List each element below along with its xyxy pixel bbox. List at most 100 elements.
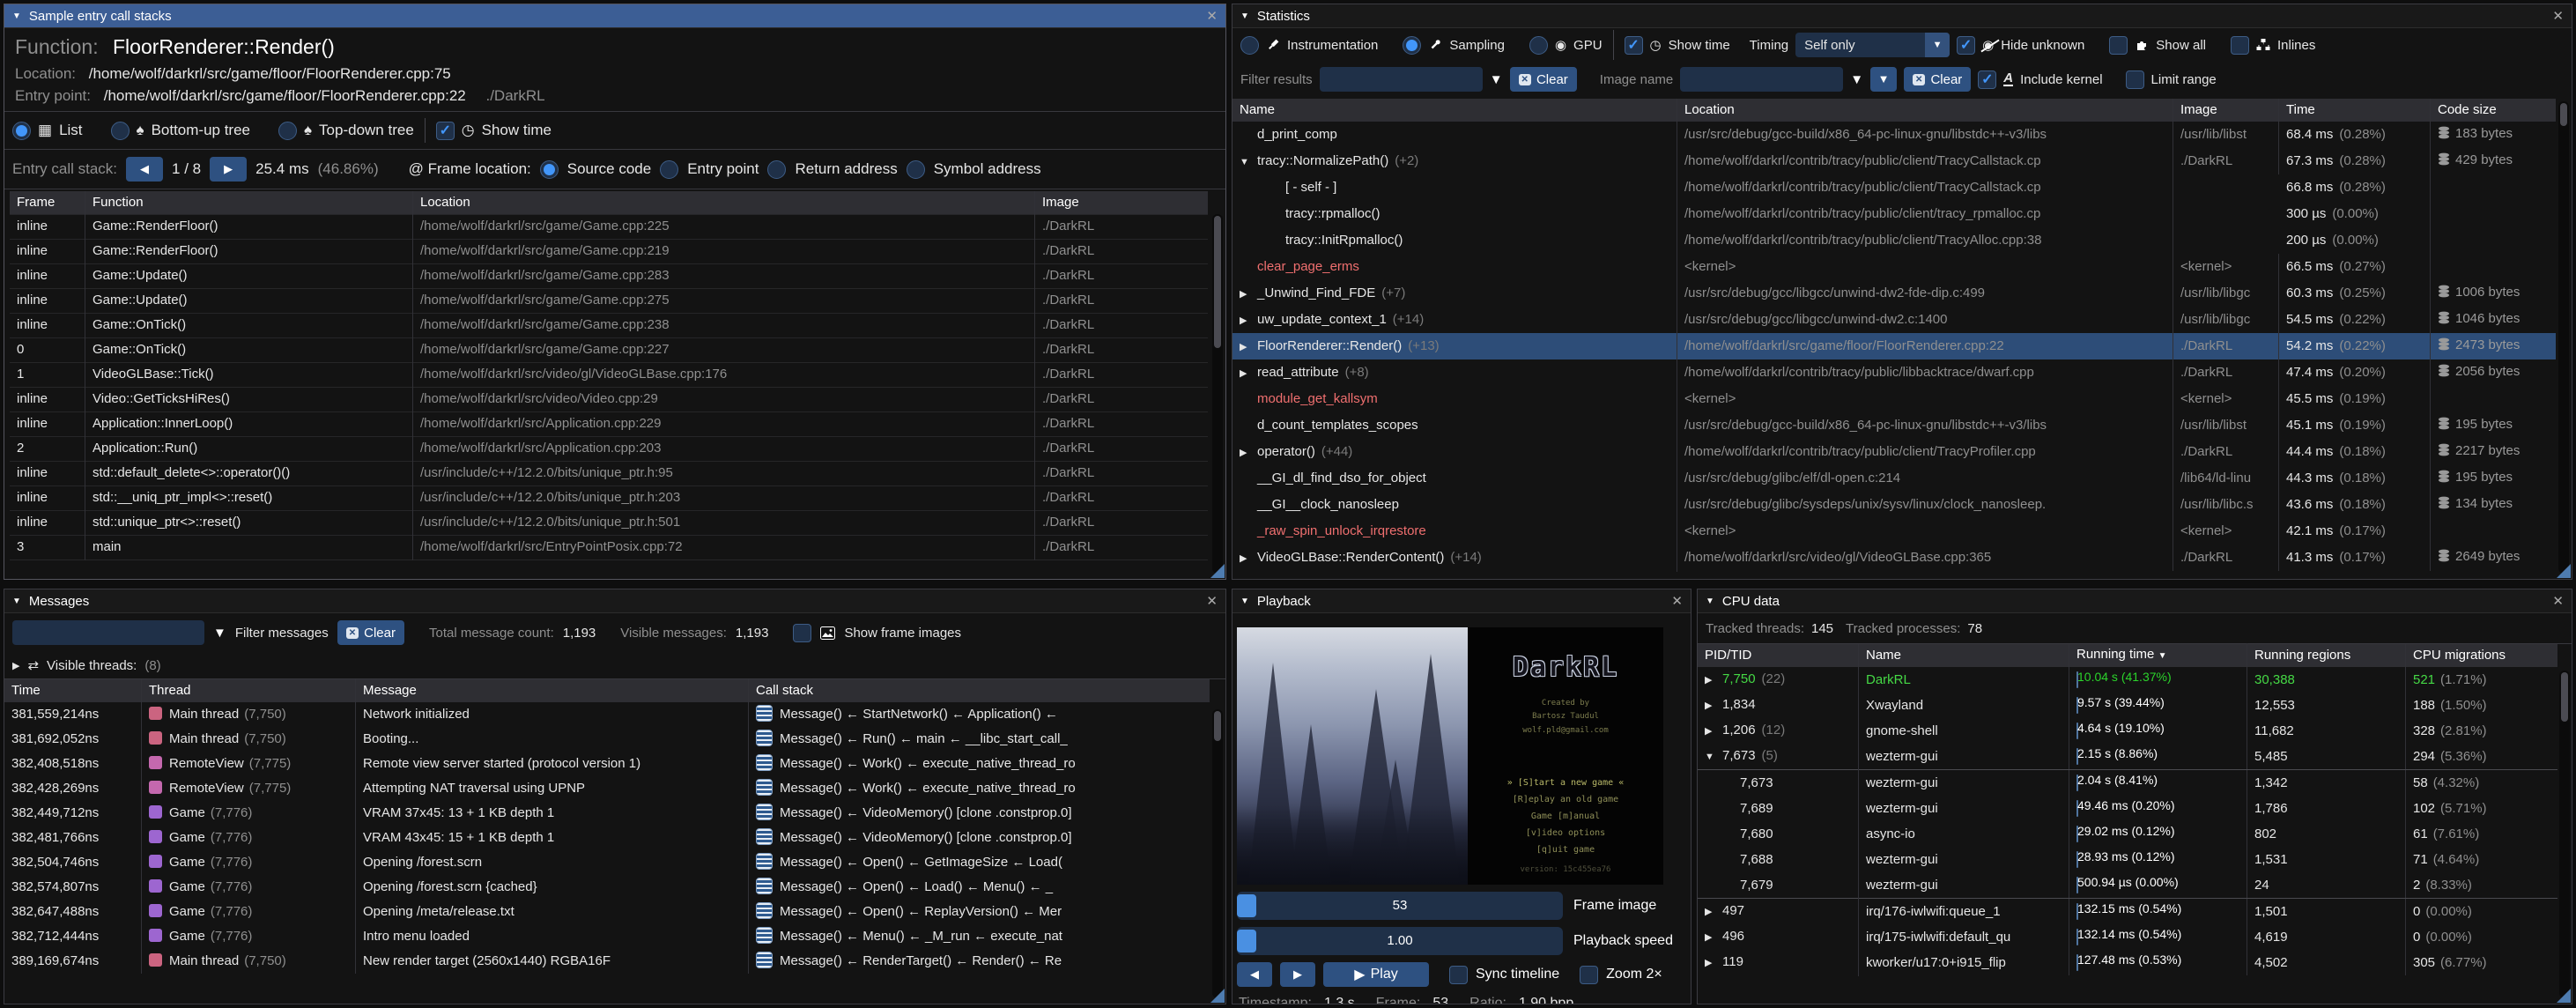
- close-icon[interactable]: ✕: [1206, 8, 1218, 24]
- sync-timeline-checkbox[interactable]: [1449, 966, 1468, 984]
- zoom-2x-checkbox[interactable]: [1580, 966, 1598, 984]
- cpu-thread-row[interactable]: ▶1,206(12) gnome-shell 4.64 s (19.10%) 1…: [1698, 718, 2557, 744]
- call-stack-row[interactable]: 1 VideoGLBase::Tick() /home/wolf/darkrl/…: [10, 362, 1208, 387]
- expand-icon[interactable]: ▼: [1240, 149, 1257, 175]
- filter-results-input[interactable]: [1320, 67, 1483, 92]
- col-running-regions[interactable]: Running regions: [2247, 644, 2406, 667]
- close-icon[interactable]: ✕: [1671, 593, 1683, 609]
- visible-threads-row[interactable]: ▶ ⇄ Visible threads: (8): [4, 652, 1225, 678]
- close-icon[interactable]: ✕: [1206, 593, 1218, 609]
- list-radio[interactable]: [12, 122, 31, 140]
- call-stack-row[interactable]: inline Game::RenderFloor() /home/wolf/da…: [10, 214, 1208, 239]
- cpu-thread-row[interactable]: ▶119 kworker/u17:0+i915_flip 127.48 ms (…: [1698, 950, 2557, 975]
- call-stack-icon[interactable]: [756, 952, 773, 968]
- messages-table-header[interactable]: Time Thread Message Call stack: [4, 679, 1210, 702]
- stats-row[interactable]: ▶VideoGLBase::RenderContent()(+14) /home…: [1232, 545, 2556, 571]
- expand-icon[interactable]: ▶: [1240, 308, 1257, 334]
- timing-dropdown[interactable]: Self only ▼: [1795, 33, 1950, 57]
- expand-icon[interactable]: ▶: [1705, 925, 1722, 951]
- stats-row[interactable]: module_get_kallsym <kernel> <kernel> 45.…: [1232, 386, 2556, 412]
- message-row[interactable]: 382,647,488ns Game(7,776) Opening /meta/…: [4, 900, 1210, 924]
- stats-row[interactable]: tracy::InitRpmalloc() /home/wolf/darkrl/…: [1232, 227, 2556, 254]
- call-stack-cell[interactable]: Message() ← VideoMemory() [clone .constp…: [749, 826, 1210, 850]
- sampling-radio[interactable]: [1403, 36, 1421, 55]
- cpu-thread-row[interactable]: ▼7,673(5) wezterm-gui 2.15 s (8.86%) 5,4…: [1698, 744, 2557, 769]
- cpu-thread-row[interactable]: 7,689 wezterm-gui 49.46 ms (0.20%) 1,786…: [1698, 796, 2557, 821]
- expand-icon[interactable]: ▶: [1240, 360, 1257, 387]
- message-row[interactable]: 389,169,674ns Main thread(7,750) New ren…: [4, 949, 1210, 974]
- calls-table-header[interactable]: Frame Function Location Image: [10, 191, 1208, 214]
- cpu-table-header[interactable]: PID/TID Name Running time ▼ Running regi…: [1698, 644, 2557, 667]
- close-icon[interactable]: ✕: [2552, 8, 2564, 24]
- stats-row[interactable]: ▶uw_update_context_1(+14) /usr/src/debug…: [1232, 307, 2556, 333]
- call-stack-icon[interactable]: [756, 754, 773, 771]
- stats-table-header[interactable]: Name Location Image Time Code size: [1232, 99, 2556, 122]
- cpu-thread-row[interactable]: ▶497 irq/176-iwlwifi:queue_1 132.15 ms (…: [1698, 898, 2557, 924]
- message-row[interactable]: 382,504,746ns Game(7,776) Opening /fores…: [4, 850, 1210, 875]
- include-kernel-checkbox[interactable]: ✓: [1978, 70, 1996, 89]
- bottom-up-tree-radio[interactable]: [111, 122, 130, 140]
- messages-scroll-thumb[interactable]: [1214, 711, 1221, 741]
- call-stack-row[interactable]: 0 Game::OnTick() /home/wolf/darkrl/src/g…: [10, 337, 1208, 362]
- collapse-icon[interactable]: ▼: [1240, 11, 1249, 21]
- message-filter-input[interactable]: [12, 620, 204, 645]
- call-stack-row[interactable]: 3 main /home/wolf/darkrl/src/EntryPointP…: [10, 535, 1208, 560]
- stats-scrollbar[interactable]: [2558, 101, 2569, 574]
- call-stack-icon[interactable]: [756, 705, 773, 722]
- expand-icon[interactable]: ▶: [1705, 719, 1722, 745]
- call-stack-cell[interactable]: Message() ← Menu() ← _M_run ← execute_na…: [749, 924, 1210, 949]
- call-stack-row[interactable]: inline Video::GetTicksHiRes() /home/wolf…: [10, 387, 1208, 411]
- gpu-radio[interactable]: [1529, 36, 1548, 55]
- frame-image-slider[interactable]: 53: [1237, 892, 1563, 920]
- stats-row[interactable]: __GI_dl_find_dso_for_object /usr/src/deb…: [1232, 465, 2556, 492]
- calls-scrollbar[interactable]: [1212, 214, 1223, 574]
- stats-row[interactable]: clear_page_erms <kernel> <kernel> 66.5 m…: [1232, 254, 2556, 280]
- stats-row[interactable]: ▶_Unwind_Find_FDE(+7) /usr/src/debug/gcc…: [1232, 280, 2556, 307]
- funnel-icon[interactable]: ▼: [1490, 72, 1503, 87]
- cpu-scrollbar[interactable]: [2559, 671, 2570, 998]
- stats-row[interactable]: [ - self - ] /home/wolf/darkrl/contrib/t…: [1232, 174, 2556, 201]
- message-row[interactable]: 381,559,214ns Main thread(7,750) Network…: [4, 702, 1210, 727]
- col-running-time[interactable]: Running time ▼: [2069, 643, 2247, 668]
- image-name-input[interactable]: [1680, 67, 1843, 92]
- call-stack-row[interactable]: inline std::default_delete<>::operator()…: [10, 461, 1208, 485]
- next-frame-button[interactable]: ▶: [1280, 962, 1315, 987]
- col-name[interactable]: Name: [1232, 99, 1677, 122]
- call-stack-icon[interactable]: [756, 878, 773, 894]
- play-button[interactable]: ▶Play: [1323, 962, 1429, 987]
- call-stack-row[interactable]: inline Game::OnTick() /home/wolf/darkrl/…: [10, 313, 1208, 337]
- call-stack-icon[interactable]: [756, 730, 773, 746]
- col-frame[interactable]: Frame: [10, 191, 85, 215]
- messages-scrollbar[interactable]: [1212, 709, 1223, 998]
- close-icon[interactable]: ✕: [2552, 593, 2564, 609]
- funnel-icon[interactable]: ▼: [213, 626, 226, 641]
- expand-icon[interactable]: ▶: [12, 660, 19, 671]
- col-cpu-migrations[interactable]: CPU migrations: [2406, 644, 2557, 667]
- expand-icon[interactable]: ▶: [1240, 545, 1257, 572]
- prev-stack-button[interactable]: ◀: [126, 157, 163, 182]
- stats-row[interactable]: d_count_templates_scopes /usr/src/debug/…: [1232, 412, 2556, 439]
- call-stack-icon[interactable]: [756, 853, 773, 870]
- stats-row[interactable]: ▶operator()(+44) /home/wolf/darkrl/contr…: [1232, 439, 2556, 465]
- call-stack-icon[interactable]: [756, 927, 773, 944]
- clear-image-filter-button[interactable]: ✕Clear: [1904, 67, 1971, 92]
- panel-title-bar[interactable]: ▼ CPU data ✕: [1698, 589, 2572, 613]
- image-history-dropdown[interactable]: ▼: [1870, 67, 1897, 92]
- col-time[interactable]: Time: [4, 679, 142, 702]
- expand-icon[interactable]: ▶: [1705, 951, 1722, 976]
- panel-title-bar[interactable]: ▼ Sample entry call stacks ✕: [4, 4, 1225, 28]
- cpu-thread-row[interactable]: ▶1,834 Xwayland 9.57 s (39.44%) 12,553 1…: [1698, 693, 2557, 718]
- call-stack-cell[interactable]: Message() ← Open() ← Load() ← Menu() ← _: [749, 875, 1210, 900]
- collapse-icon[interactable]: ▼: [12, 597, 21, 606]
- call-stack-cell[interactable]: Message() ← Run() ← main ← __libc_start_…: [749, 727, 1210, 752]
- col-image[interactable]: Image: [1035, 191, 1208, 215]
- entry-point-radio[interactable]: [660, 160, 678, 179]
- message-row[interactable]: 382,574,807ns Game(7,776) Opening /fores…: [4, 875, 1210, 900]
- col-function[interactable]: Function: [85, 191, 413, 215]
- call-stack-icon[interactable]: [756, 804, 773, 820]
- playback-speed-slider[interactable]: 1.00: [1237, 927, 1563, 955]
- col-pid-tid[interactable]: PID/TID: [1698, 644, 1859, 667]
- message-row[interactable]: 382,408,518ns RemoteView(7,775) Remote v…: [4, 752, 1210, 776]
- col-name[interactable]: Name: [1859, 644, 2069, 667]
- call-stack-cell[interactable]: Message() ← RenderTarget() ← Render() ← …: [749, 949, 1210, 974]
